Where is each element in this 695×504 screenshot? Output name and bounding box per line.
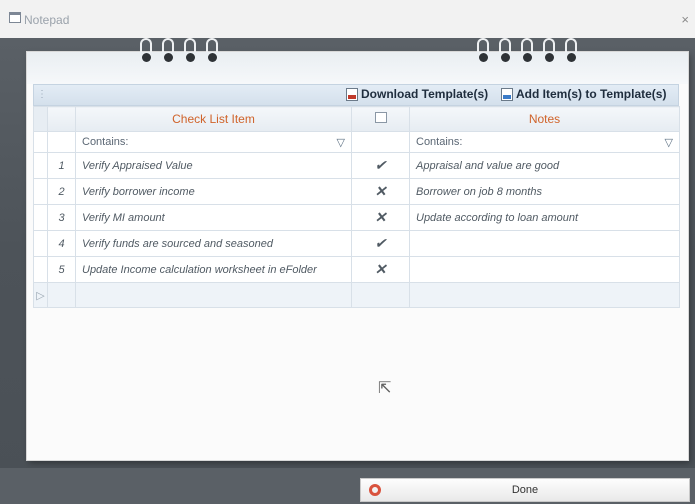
filter-status-cell <box>351 131 410 153</box>
spiral-binding-right <box>475 38 581 64</box>
window-titlebar: Notepad × <box>0 0 695 39</box>
spiral-ring-icon <box>519 38 537 64</box>
notes-cell[interactable] <box>409 256 680 283</box>
add-items-to-templates-button[interactable]: Add Item(s) to Template(s) <box>501 87 666 101</box>
row-number: 2 <box>47 178 76 205</box>
check-list-item-cell[interactable]: Verify funds are sourced and seasoned <box>75 230 352 257</box>
table-row[interactable]: 5 Update Income calculation worksheet in… <box>33 256 680 283</box>
close-icon[interactable]: × <box>681 12 689 27</box>
row-number: 3 <box>47 204 76 231</box>
column-header-check-list-item[interactable]: Check List Item <box>75 106 352 132</box>
window-title: Notepad <box>24 13 70 27</box>
add-items-label: Add Item(s) to Template(s) <box>516 87 667 101</box>
new-notes-cell[interactable] <box>409 282 680 308</box>
download-templates-label: Download Template(s) <box>361 87 489 101</box>
complete-check-icon[interactable]: ✔ <box>351 230 410 257</box>
spiral-binding-left <box>138 38 222 64</box>
check-list-item-cell[interactable]: Verify MI amount <box>75 204 352 231</box>
indicator-cell <box>33 152 48 179</box>
new-row[interactable]: ▷ <box>33 282 680 308</box>
add-to-template-icon <box>501 87 513 101</box>
spiral-ring-icon <box>138 38 156 64</box>
spiral-ring-icon <box>541 38 559 64</box>
done-label: Done <box>511 484 539 496</box>
notes-cell[interactable]: Appraisal and value are good <box>409 152 680 179</box>
check-list-item-cell[interactable]: Verify borrower income <box>75 178 352 205</box>
incomplete-x-icon[interactable]: ✕ <box>351 178 410 205</box>
notes-cell[interactable]: Update according to loan amount <box>409 204 680 231</box>
done-button[interactable]: Done <box>360 478 690 502</box>
checklist-grid: Check List Item Notes Contains: ▽ Contai… <box>33 106 680 308</box>
filter-operator-label: Contains: <box>82 135 129 148</box>
indicator-cell <box>33 230 48 257</box>
download-templates-button[interactable]: Download Template(s) <box>346 87 488 101</box>
check-list-item-cell[interactable]: Update Income calculation worksheet in e… <box>75 256 352 283</box>
spiral-ring-icon <box>563 38 581 64</box>
indicator-cell <box>33 178 48 205</box>
complete-check-icon[interactable]: ✔ <box>351 152 410 179</box>
row-number: 4 <box>47 230 76 257</box>
header-row: Check List Item Notes <box>33 106 680 132</box>
spiral-ring-icon <box>160 38 178 64</box>
new-row-indicator-icon: ▷ <box>33 282 48 308</box>
table-row[interactable]: 2 Verify borrower income ✕ Borrower on j… <box>33 178 680 205</box>
toolbar-grip-icon[interactable]: ⋮ <box>37 89 47 100</box>
paper-header-shade <box>27 52 688 84</box>
spiral-ring-icon <box>204 38 222 64</box>
notes-cell[interactable]: Borrower on job 8 months <box>409 178 680 205</box>
indicator-cell <box>33 131 48 153</box>
spiral-ring-icon <box>475 38 493 64</box>
incomplete-x-icon[interactable]: ✕ <box>351 256 410 283</box>
new-row-number-cell <box>47 282 76 308</box>
row-number: 1 <box>47 152 76 179</box>
spiral-ring-icon <box>497 38 515 64</box>
notepad-icon <box>9 12 21 23</box>
column-header-notes[interactable]: Notes <box>409 106 680 132</box>
filter-row-number-cell <box>47 131 76 153</box>
incomplete-x-icon[interactable]: ✕ <box>351 204 410 231</box>
notes-cell[interactable] <box>409 230 680 257</box>
indicator-cell <box>33 256 48 283</box>
filter-row: Contains: ▽ Contains: ▽ <box>33 131 680 153</box>
column-header-status[interactable] <box>351 106 410 132</box>
new-item-cell[interactable] <box>75 282 352 308</box>
check-list-item-cell[interactable]: Verify Appraised Value <box>75 152 352 179</box>
table-row[interactable]: 3 Verify MI amount ✕ Update according to… <box>33 204 680 231</box>
filter-operator-label: Contains: <box>416 135 463 148</box>
table-row[interactable]: 1 Verify Appraised Value ✔ Appraisal and… <box>33 152 680 179</box>
filter-icon[interactable]: ▽ <box>337 136 345 149</box>
spiral-ring-icon <box>182 38 200 64</box>
row-number: 5 <box>47 256 76 283</box>
mouse-cursor-icon: ⇱ <box>378 380 392 397</box>
filter-check-list-item[interactable]: Contains: ▽ <box>75 131 352 153</box>
indicator-cell <box>33 204 48 231</box>
row-number-header <box>47 106 76 132</box>
filter-icon[interactable]: ▽ <box>665 136 673 149</box>
indicator-header <box>33 106 48 132</box>
status-column-icon <box>374 112 387 123</box>
grid-toolbar: ⋮ Download Template(s) Add Item(s) to Te… <box>33 84 679 106</box>
filter-notes[interactable]: Contains: ▽ <box>409 131 680 153</box>
download-icon <box>346 87 358 101</box>
table-row[interactable]: 4 Verify funds are sourced and seasoned … <box>33 230 680 257</box>
new-status-cell[interactable] <box>351 282 410 308</box>
